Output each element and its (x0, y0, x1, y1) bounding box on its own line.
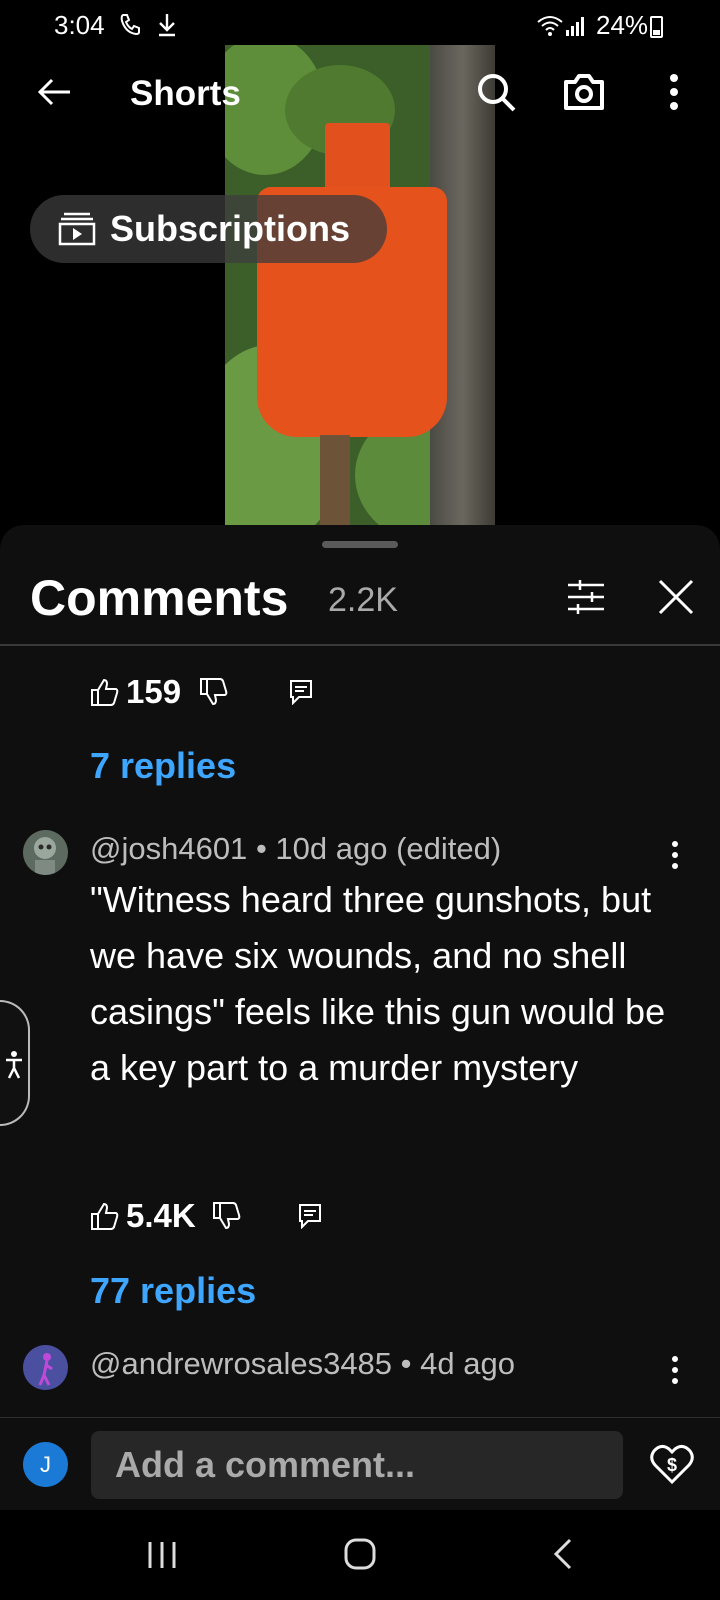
comment-time: 4d ago (420, 1346, 515, 1381)
drag-handle[interactable] (322, 541, 398, 548)
figure-avatar-icon (38, 1353, 53, 1386)
like-count: 159 (126, 673, 182, 710)
add-comment-input[interactable] (91, 1431, 623, 1499)
comment-time: 10d ago (edited) (275, 831, 502, 866)
status-time: 3:04 (54, 10, 105, 40)
heart-dollar-icon[interactable]: $ (648, 1440, 696, 1488)
close-icon[interactable] (656, 577, 696, 617)
shorts-header: Shorts (0, 52, 720, 132)
avatar[interactable] (23, 830, 68, 875)
back-arrow-icon[interactable] (34, 72, 74, 112)
back-icon[interactable] (534, 1532, 594, 1576)
camera-icon[interactable] (560, 68, 608, 116)
subscriptions-chip[interactable]: Subscriptions (30, 195, 387, 263)
comment-meta: @andrewrosales3485 • 4d ago (90, 1346, 515, 1382)
comment-actions: 5.4K (90, 1197, 322, 1235)
comment-menu-icon[interactable] (662, 1350, 688, 1390)
like-icon[interactable] (90, 677, 120, 707)
robot-avatar-icon (34, 837, 56, 875)
comment-author[interactable]: @josh4601 (90, 831, 247, 866)
comment-author[interactable]: @andrewrosales3485 (90, 1346, 392, 1381)
comment-actions: 159 (90, 673, 313, 711)
like-icon[interactable] (90, 1201, 120, 1231)
avatar[interactable] (23, 1345, 68, 1390)
phone-call-icon (120, 14, 140, 36)
header-divider (0, 644, 720, 646)
page-title: Shorts (130, 74, 241, 113)
filter-icon[interactable] (566, 577, 606, 617)
subscriptions-label: Subscriptions (110, 208, 351, 249)
system-nav-bar (0, 1510, 720, 1600)
battery-icon (650, 16, 663, 38)
view-replies-link[interactable]: 77 replies (90, 1270, 256, 1312)
comment-meta: @josh4601 • 10d ago (edited) (90, 831, 501, 867)
accessibility-icon (6, 1051, 22, 1079)
recents-icon[interactable] (132, 1532, 192, 1576)
subscriptions-icon (58, 212, 96, 246)
accessibility-tab[interactable] (0, 1000, 30, 1126)
more-vert-icon[interactable] (650, 68, 698, 116)
target-post (320, 435, 350, 525)
comments-title: Comments (30, 570, 289, 626)
dislike-icon[interactable] (199, 677, 229, 707)
user-avatar[interactable]: J (23, 1442, 68, 1487)
svg-text:$: $ (667, 1455, 677, 1475)
search-icon[interactable] (472, 68, 520, 116)
comment-menu-icon[interactable] (662, 835, 688, 875)
reply-icon[interactable] (298, 1203, 322, 1229)
composer-divider (0, 1417, 720, 1418)
download-icon (159, 14, 175, 37)
meta-separator: • (255, 831, 276, 866)
like-count: 5.4K (126, 1197, 196, 1234)
dislike-icon[interactable] (212, 1201, 242, 1231)
comments-count: 2.2K (328, 581, 398, 619)
battery-percent: 24% (596, 10, 649, 40)
reply-icon[interactable] (289, 679, 313, 705)
view-replies-link[interactable]: 7 replies (90, 745, 236, 787)
comment-text: "Witness heard three gunshots, but we ha… (90, 879, 666, 1088)
meta-separator: • (400, 1346, 421, 1381)
home-icon[interactable] (330, 1532, 390, 1576)
wifi-icon (537, 16, 584, 36)
